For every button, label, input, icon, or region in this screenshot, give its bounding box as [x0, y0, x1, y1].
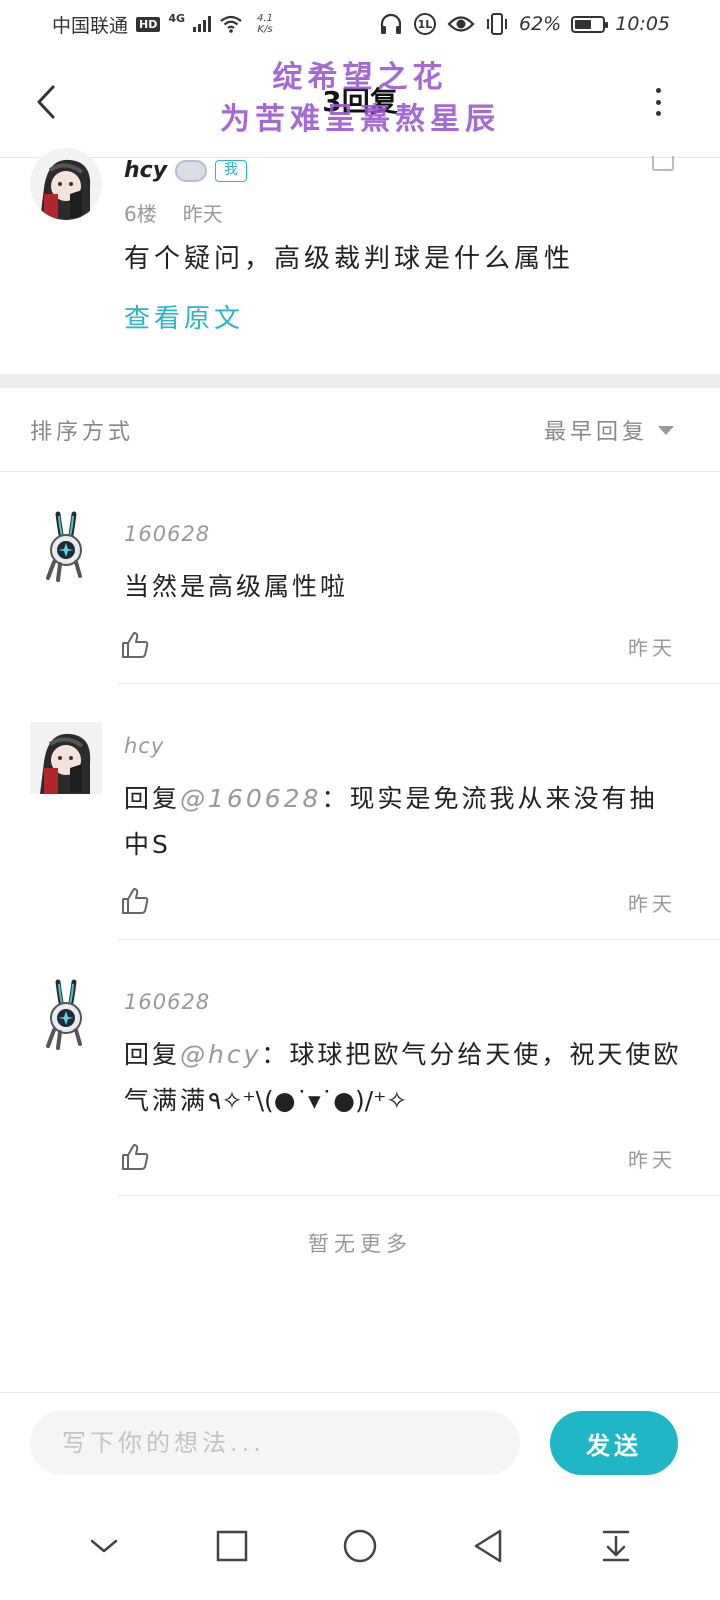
speed-value: 4.1 [257, 13, 273, 24]
reply-prefix: 回复 [124, 784, 181, 813]
watermark-line-1: 绽希望之花 [272, 60, 448, 95]
like-icon[interactable] [650, 152, 676, 172]
reply-content: 当然是高级属性啦 [124, 572, 349, 601]
comment-composer: 发送 [0, 1392, 720, 1492]
more-options-button[interactable] [646, 84, 670, 120]
wifi-icon [220, 15, 242, 33]
hd-badge: HD [136, 16, 161, 32]
chevron-down-icon [90, 1539, 118, 1553]
data-saver-icon: 1L [414, 13, 436, 35]
square-icon [216, 1530, 248, 1562]
nav-back-button[interactable] [458, 1516, 518, 1576]
reply-prefix: 回复 [124, 1040, 181, 1069]
circle-icon [343, 1529, 377, 1563]
more-dot [655, 88, 661, 93]
nav-recents-button[interactable] [202, 1516, 262, 1576]
signal-icon [193, 16, 212, 32]
author-name[interactable]: hcy [124, 158, 167, 183]
post-meta: 6楼 昨天 [124, 198, 223, 227]
network-speed: 4.1 K/s [257, 13, 273, 35]
avatar[interactable] [30, 510, 102, 582]
battery-icon [571, 15, 609, 33]
reply-author[interactable]: 160628 [124, 522, 210, 546]
sort-label: 排序方式 [30, 420, 135, 445]
status-right: 1L 62% 10:05 [379, 12, 670, 36]
carrier-name: 中国联通 [52, 14, 129, 37]
status-left: 中国联通 HD 4G 4.1 K/s [52, 11, 379, 38]
thumbs-up-icon[interactable] [120, 1142, 150, 1172]
avatar[interactable] [30, 148, 102, 220]
avatar-image [30, 722, 102, 794]
avatar[interactable] [30, 722, 102, 794]
nav-home-button[interactable] [330, 1516, 390, 1576]
nav-collapse-button[interactable] [74, 1516, 134, 1576]
reply-item: 160628 回复@hcy：球球把欧气分给天使，祝天使欧气满满٩✧⁺\(●˙▾˙… [0, 940, 720, 1196]
sort-selected-value: 最早回复 [543, 420, 648, 445]
reply-mention[interactable]: @160628 [180, 784, 321, 813]
me-badge: 我 [215, 159, 248, 182]
speed-unit: K/s [257, 24, 273, 35]
no-more-label: 暂无更多 [308, 1232, 412, 1256]
watermark-line-2: 为苦难呈熹熬星辰 [220, 102, 500, 137]
sort-dropdown[interactable]: 最早回复 [544, 414, 674, 446]
thumbs-up-icon[interactable] [120, 630, 150, 660]
post-time: 昨天 [182, 202, 223, 226]
clock: 10:05 [615, 13, 670, 35]
reply-time: 昨天 [628, 892, 676, 916]
view-original-link[interactable]: 查看原文 [124, 298, 244, 335]
reply-text: 当然是高级属性啦 [124, 564, 684, 610]
author-row: hcy 我 [124, 158, 248, 183]
reply-mention[interactable]: @hcy [180, 1040, 261, 1069]
nav-notification-button[interactable] [586, 1516, 646, 1576]
reply-author[interactable]: 160628 [124, 990, 210, 1014]
floor-number: 6楼 [124, 202, 157, 226]
avatar[interactable] [30, 978, 102, 1050]
avatar-image [30, 148, 102, 220]
eye-icon [447, 16, 475, 32]
svg-text:1L: 1L [418, 18, 433, 31]
comment-input[interactable] [30, 1411, 520, 1475]
original-comment: hcy 我 6楼 昨天 有个疑问，高级裁判球是什么属性 查看原文 [0, 148, 720, 381]
reply-time: 昨天 [628, 636, 676, 660]
top-app-bar: 3回复 绽希望之花 为苦难呈熹熬星辰 [0, 48, 720, 158]
reply-author[interactable]: hcy [124, 734, 164, 758]
dropdown-arrow-icon [658, 425, 674, 435]
headphones-icon [380, 13, 402, 34]
reply-text: 回复@hcy：球球把欧气分给天使，祝天使欧气满满٩✧⁺\(●˙▾˙●)/⁺✧ [124, 1032, 684, 1124]
reply-item: 160628 当然是高级属性啦 昨天 [0, 472, 720, 684]
comment-text: 有个疑问，高级裁判球是什么属性 [124, 244, 575, 274]
status-bar: 中国联通 HD 4G 4.1 K/s 1L 62% 10:05 [0, 0, 720, 48]
more-dot [655, 111, 661, 116]
avatar-image [46, 511, 82, 582]
thumbs-up-icon[interactable] [120, 886, 150, 916]
vibrate-icon [487, 13, 507, 35]
level-badge [175, 159, 208, 182]
battery-fill [575, 19, 592, 29]
section-divider [0, 374, 720, 388]
reply-time: 昨天 [628, 1148, 676, 1172]
sort-row: 排序方式 最早回复 [0, 388, 720, 472]
reply-text: 回复@160628：现实是免流我从来没有抽中S [124, 776, 684, 868]
battery-percent: 62% [519, 13, 562, 35]
network-type: 4G [168, 11, 186, 25]
avatar-image [46, 979, 82, 1050]
more-dot [655, 99, 661, 105]
reply-divider [118, 1195, 720, 1196]
system-nav-bar [0, 1492, 720, 1600]
reply-item: hcy 回复@160628：现实是免流我从来没有抽中S 昨天 [0, 684, 720, 940]
send-button[interactable]: 发送 [550, 1411, 678, 1475]
pull-down-icon [602, 1530, 630, 1562]
triangle-back-icon [474, 1529, 502, 1563]
